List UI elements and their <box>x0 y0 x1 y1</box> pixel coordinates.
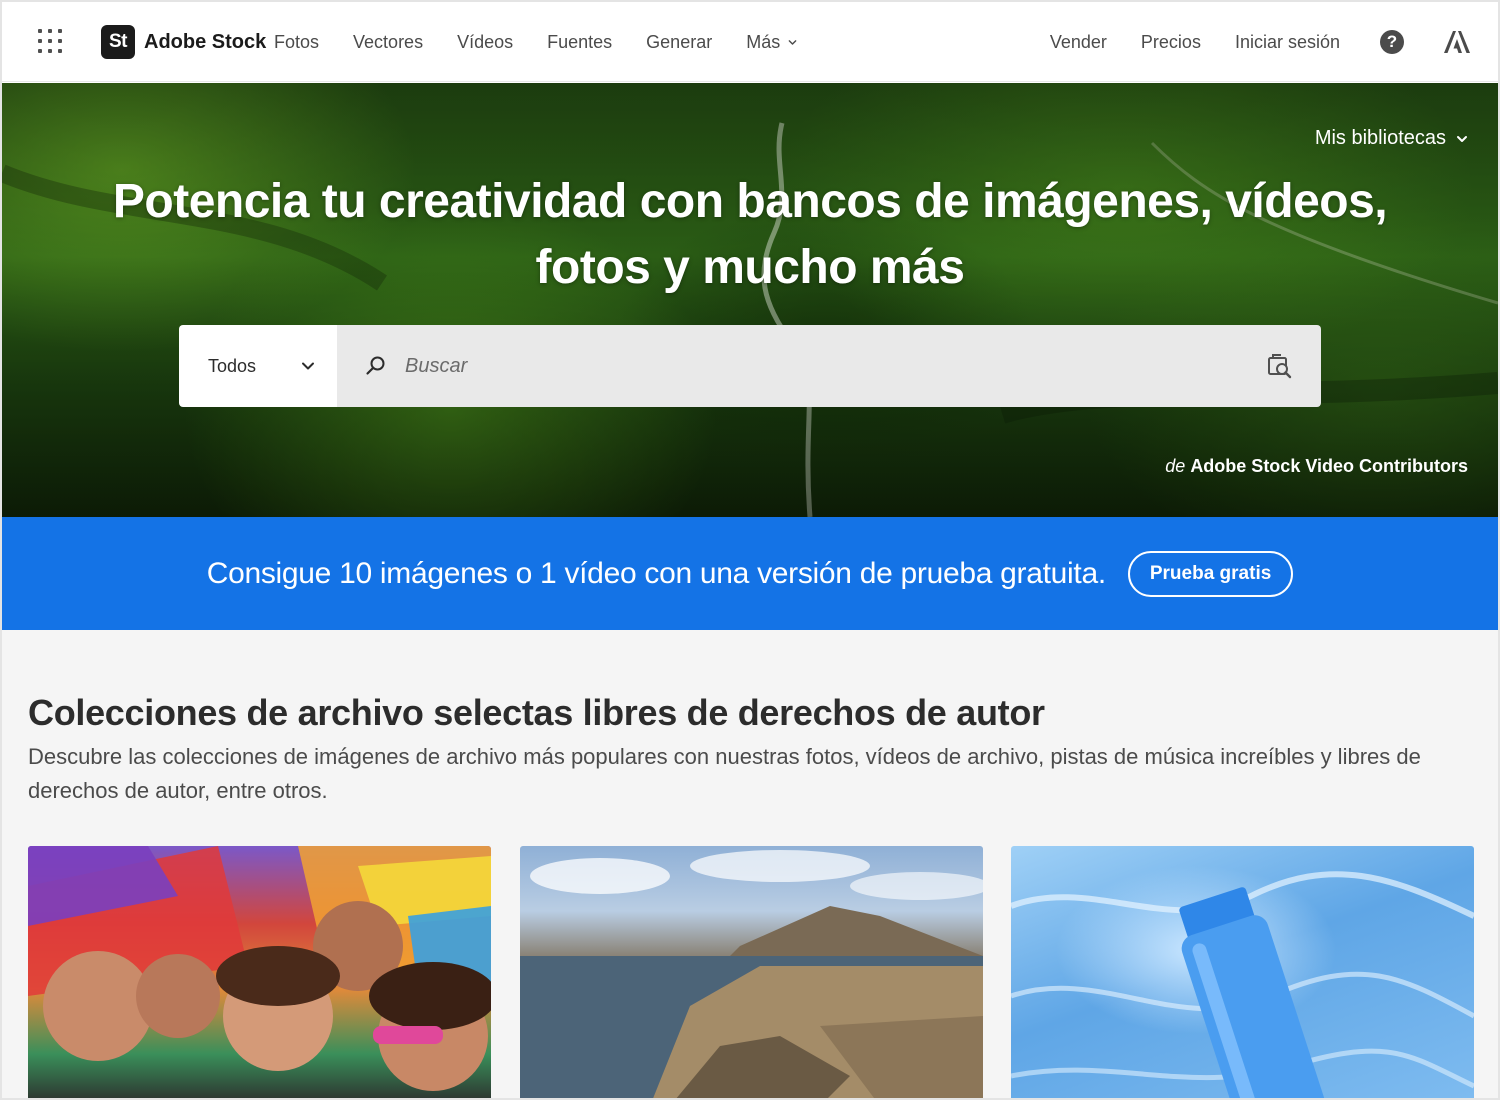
nav-more-dropdown[interactable]: Más <box>746 32 797 53</box>
adobe-stock-logo[interactable]: St Adobe Stock <box>101 25 266 59</box>
nav-fotos[interactable]: Fotos <box>274 32 319 53</box>
collection-card-mockup[interactable] <box>1011 846 1474 1098</box>
top-navigation-bar: St Adobe Stock Fotos Vectores Vídeos Fue… <box>2 2 1498 82</box>
chevron-down-icon <box>302 362 314 370</box>
collection-card-pride[interactable] <box>28 846 491 1098</box>
collection-card-landscape[interactable] <box>519 846 983 1098</box>
nav-vender[interactable]: Vender <box>1050 32 1107 53</box>
app-switcher-grid-icon[interactable] <box>38 29 62 53</box>
pride-group-photo <box>28 846 491 1091</box>
help-icon[interactable]: ? <box>1380 30 1404 54</box>
credit-link[interactable]: Adobe Stock Video Contributors <box>1190 456 1468 476</box>
adobe-logo-icon[interactable] <box>1444 31 1470 53</box>
visual-search-icon[interactable] <box>1267 353 1293 379</box>
chevron-down-icon <box>788 39 797 45</box>
collection-cards <box>28 846 1474 1098</box>
search-type-select[interactable]: Todos <box>179 325 337 407</box>
nav-fuentes[interactable]: Fuentes <box>547 32 612 53</box>
my-libraries-dropdown[interactable]: Mis bibliotecas <box>1315 127 1468 150</box>
my-libraries-label: Mis bibliotecas <box>1314 127 1446 149</box>
chevron-down-icon <box>1457 135 1467 142</box>
collections-title: Colecciones de archivo selectas libres d… <box>28 692 1045 733</box>
water-bottle-mockup-photo <box>1011 871 1474 1098</box>
credit-prefix: de <box>1165 456 1186 476</box>
stock-logo-badge: St <box>101 25 135 59</box>
free-trial-banner: Consigue 10 imágenes o 1 vídeo con una v… <box>2 517 1498 630</box>
coastal-landscape-photo <box>519 850 983 1098</box>
hero-credit: de Adobe Stock Video Contributors <box>1165 456 1468 477</box>
hero-section: Mis bibliotecas Potencia tu creatividad … <box>2 83 1498 517</box>
nav-vectores[interactable]: Vectores <box>353 32 423 53</box>
nav-more-label: Más <box>746 31 781 52</box>
nav-precios[interactable]: Precios <box>1141 32 1201 53</box>
nav-right-group: Vender Precios Iniciar sesión ? <box>1016 2 1470 82</box>
search-type-value: Todos <box>208 355 257 376</box>
page: St Adobe Stock Fotos Vectores Vídeos Fue… <box>0 0 1500 1100</box>
stock-logo-text: Adobe Stock <box>144 30 267 53</box>
nav-generar[interactable]: Generar <box>646 32 712 53</box>
search-icon <box>366 356 385 375</box>
main-nav: Fotos Vectores Vídeos Fuentes Generar Má… <box>274 2 831 82</box>
search-field <box>337 325 1321 407</box>
collections-description: Descubre las colecciones de imágenes de … <box>28 744 1421 803</box>
hero-title: Potencia tu creatividad con bancos de im… <box>112 175 1388 294</box>
sign-in-link[interactable]: Iniciar sesión <box>1235 32 1340 53</box>
collections-section: Colecciones de archivo selectas libres d… <box>2 630 1498 1098</box>
free-trial-button[interactable]: Prueba gratis <box>1127 550 1294 597</box>
search-input[interactable] <box>405 354 1225 378</box>
nav-videos[interactable]: Vídeos <box>457 32 513 53</box>
trial-banner-text: Consigue 10 imágenes o 1 vídeo con una v… <box>206 556 1106 590</box>
search-bar: Todos <box>179 325 1321 407</box>
